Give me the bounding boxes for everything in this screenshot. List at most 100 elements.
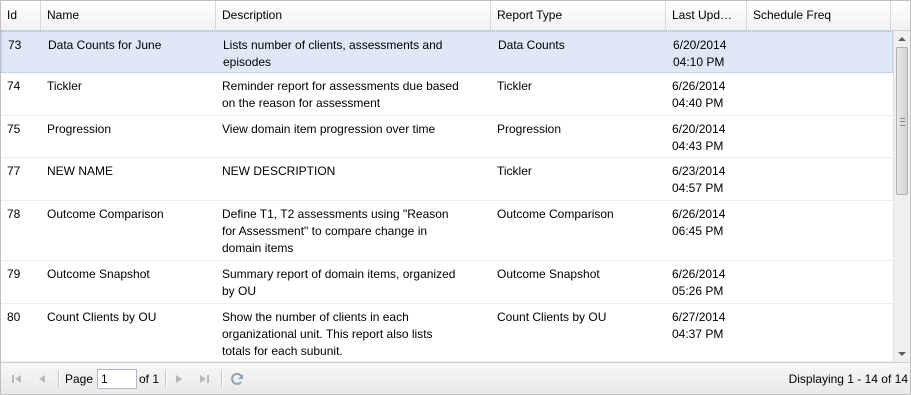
cell-name: Outcome Snapshot: [47, 267, 150, 281]
cell-id: 77: [7, 164, 21, 178]
next-page-icon[interactable]: [171, 371, 187, 387]
last-updated-date: 6/26/2014: [672, 79, 726, 93]
description-line: NEW DESCRIPTION: [222, 164, 336, 178]
last-updated-time: 05:26 PM: [672, 284, 724, 298]
cell-report-type: Progression: [497, 122, 562, 136]
cell-id: 74: [7, 79, 21, 93]
cell-report-type: Tickler: [497, 164, 532, 178]
description-line: Summary report of domain items, organize…: [222, 267, 456, 281]
cell-name: Data Counts for June: [48, 38, 162, 52]
page-label: Page: [65, 372, 94, 386]
paging-toolbar: Page of 1 Displaying 1 - 14 of 14: [1, 362, 910, 394]
description-line: totals for each subunit.: [222, 344, 343, 358]
last-updated-time: 04:57 PM: [672, 181, 724, 195]
last-updated-time: 04:43 PM: [672, 139, 724, 153]
cell-report-type: Data Counts: [498, 38, 565, 52]
cell-id: 79: [7, 267, 21, 281]
table-row[interactable]: 74 Tickler Reminder report for assessments…: [1, 73, 893, 116]
last-updated-time: 04:37 PM: [672, 327, 724, 341]
prev-page-icon[interactable]: [34, 371, 50, 387]
cell-last-updated: 6/26/2014 06:45 PM: [666, 201, 747, 260]
vertical-scrollbar[interactable]: [893, 31, 910, 362]
last-updated-date: 6/26/2014: [672, 207, 726, 221]
refresh-icon[interactable]: [229, 371, 245, 387]
table-row[interactable]: 73 Data Counts for June Lists number of cl…: [1, 31, 893, 73]
cell-description: NEW DESCRIPTION: [216, 158, 491, 200]
table-row[interactable]: 75 Progression View domain item progressio…: [1, 116, 893, 158]
cell-schedule-freq: [747, 73, 890, 115]
page-number-input[interactable]: [97, 369, 137, 389]
cell-name: Outcome Comparison: [47, 207, 164, 221]
table-row[interactable]: 77 NEW NAME NEW DESCRIPTION Tickler 6/23/201…: [1, 158, 893, 201]
cell-id: 73: [8, 38, 22, 52]
cell-last-updated: 6/27/2014 04:37 PM: [666, 304, 747, 361]
cell-report-type: Outcome Snapshot: [497, 267, 600, 281]
cell-description: Lists number of clients, assessments and…: [217, 32, 492, 72]
last-updated-date: 6/26/2014: [672, 267, 726, 281]
cell-description: View domain item progression over time: [216, 116, 491, 157]
description-line: Define T1, T2 assessments using "Reason: [222, 207, 449, 221]
cell-report-type: Outcome Comparison: [497, 207, 614, 221]
cell-last-updated: 6/20/2014 04:10 PM: [667, 32, 748, 72]
description-line: View domain item progression over time: [222, 122, 436, 136]
last-updated-date: 6/27/2014: [672, 310, 726, 324]
description-line: domain items: [222, 241, 294, 255]
description-line: by OU: [222, 284, 257, 298]
last-page-icon[interactable]: [196, 371, 212, 387]
column-header-description[interactable]: Description: [216, 1, 491, 30]
description-line: for Assessment" to compare change in: [222, 224, 428, 238]
column-header-schedule-freq[interactable]: Schedule Freq: [747, 1, 891, 30]
cell-last-updated: 6/23/2014 04:57 PM: [666, 158, 747, 200]
table-row[interactable]: 80 Count Clients by OU Show the number of …: [1, 304, 893, 362]
cell-report-type: Tickler: [497, 79, 532, 93]
cell-id: 75: [7, 122, 21, 136]
scroll-down-icon[interactable]: [898, 352, 906, 356]
description-line: Show the number of clients in each: [222, 310, 409, 324]
page-count-label: of 1: [139, 372, 160, 386]
description-line: Reminder report for assessments due base…: [222, 79, 459, 93]
description-line: organizational unit. This report also li…: [222, 327, 433, 341]
scroll-up-icon[interactable]: [898, 37, 906, 41]
cell-description: Show the number of clients in each organi…: [216, 304, 491, 361]
last-updated-time: 04:40 PM: [672, 96, 724, 110]
cell-name: Count Clients by OU: [47, 310, 157, 324]
cell-schedule-freq: [747, 261, 890, 303]
cell-name: NEW NAME: [47, 164, 113, 178]
cell-description: Summary report of domain items, organize…: [216, 261, 491, 303]
column-header-last-updated[interactable]: Last Upd…: [666, 1, 747, 30]
last-updated-date: 6/20/2014: [673, 38, 727, 52]
cell-schedule-freq: [748, 32, 891, 72]
column-header-id[interactable]: Id: [1, 1, 41, 30]
cell-name: Progression: [47, 122, 112, 136]
first-page-icon[interactable]: [9, 371, 25, 387]
cell-schedule-freq: [747, 116, 890, 157]
cell-id: 78: [7, 207, 21, 221]
last-updated-date: 6/20/2014: [672, 122, 726, 136]
cell-description: Reminder report for assessments due base…: [216, 73, 491, 115]
grid-body: 73 Data Counts for June Lists number of cl…: [1, 31, 893, 362]
cell-last-updated: 6/26/2014 05:26 PM: [666, 261, 747, 303]
cell-name: Tickler: [47, 79, 82, 93]
cell-description: Define T1, T2 assessments using "Reason f…: [216, 201, 491, 260]
cell-report-type: Count Clients by OU: [497, 310, 607, 324]
cell-id: 80: [7, 310, 21, 324]
column-header-report-type[interactable]: Report Type: [491, 1, 666, 30]
cell-schedule-freq: [747, 158, 890, 200]
table-row[interactable]: 79 Outcome Snapshot Summary report of doma…: [1, 261, 893, 304]
cell-last-updated: 6/20/2014 04:43 PM: [666, 116, 747, 157]
column-header-name[interactable]: Name: [41, 1, 216, 30]
description-line: episodes: [223, 55, 272, 69]
cell-schedule-freq: [747, 304, 890, 361]
grid-header: Id Name Description Report Type Last Upd…: [1, 1, 910, 31]
reports-grid: Id Name Description Report Type Last Upd…: [0, 0, 911, 395]
cell-last-updated: 6/26/2014 04:40 PM: [666, 73, 747, 115]
description-line: Lists number of clients, assessments and: [223, 38, 443, 52]
last-updated-time: 04:10 PM: [673, 55, 725, 69]
description-line: on the reason for assessment: [222, 96, 381, 110]
last-updated-time: 06:45 PM: [672, 224, 724, 238]
table-row[interactable]: 78 Outcome Comparison Define T1, T2 assess…: [1, 201, 893, 261]
scrollbar-thumb[interactable]: [896, 47, 908, 195]
displaying-count: Displaying 1 - 14 of 14: [788, 372, 908, 386]
cell-schedule-freq: [747, 201, 890, 260]
last-updated-date: 6/23/2014: [672, 164, 726, 178]
